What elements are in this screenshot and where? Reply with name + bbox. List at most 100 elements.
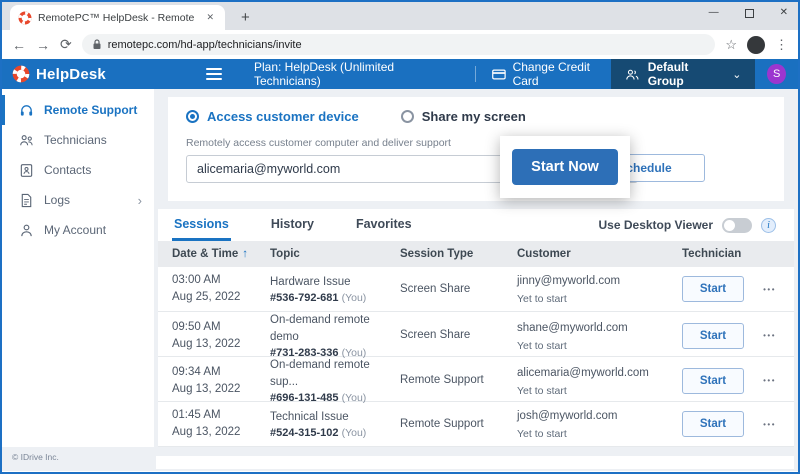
start-session-button[interactable]: Start	[682, 411, 744, 437]
invite-panel: Access customer device Share my screen R…	[168, 97, 784, 201]
sidebar-item-my-account[interactable]: My Account	[2, 215, 154, 245]
browser-toolbar: ← → ⟳ remotepc.com/hd-app/technicians/in…	[2, 30, 798, 59]
app-header: HelpDesk Plan: HelpDesk (Unlimited Techn…	[2, 59, 798, 89]
more-options-icon[interactable]: •••	[763, 420, 776, 429]
bookmark-star-icon[interactable]: ☆	[725, 37, 737, 53]
session-date: Aug 13, 2022	[172, 336, 270, 353]
reload-icon[interactable]: ⟳	[60, 36, 72, 53]
customer-email: josh@myworld.com	[517, 408, 682, 425]
sidebar-item-remote-support[interactable]: Remote Support	[2, 95, 154, 125]
column-header-technician[interactable]: Technician	[682, 248, 794, 260]
session-owner: (You)	[342, 292, 367, 304]
chevron-right-icon: ›	[138, 193, 142, 208]
start-now-button[interactable]: Start Now	[512, 149, 618, 185]
change-credit-card-button[interactable]: Change Credit Card	[492, 60, 611, 88]
customer-email: shane@myworld.com	[517, 320, 682, 337]
logs-icon	[19, 193, 34, 208]
hamburger-menu-icon[interactable]	[206, 68, 222, 80]
close-window-button[interactable]: ✕	[780, 8, 788, 18]
group-icon	[625, 68, 640, 81]
address-bar[interactable]: remotepc.com/hd-app/technicians/invite	[82, 34, 716, 55]
footer-strip	[156, 456, 794, 469]
technicians-icon	[19, 133, 34, 148]
more-options-icon[interactable]: •••	[763, 331, 776, 340]
browser-tabstrip: RemotePC™ HelpDesk - Remote ✕ + — ✕	[2, 2, 798, 30]
radio-access-customer-device[interactable]: Access customer device	[186, 109, 359, 124]
minimize-button[interactable]: —	[709, 8, 719, 18]
session-status: Yet to start	[517, 293, 682, 305]
info-icon[interactable]: i	[761, 218, 776, 233]
table-row: 09:34 AMAug 13, 2022 On-demand remote su…	[158, 357, 794, 402]
forward-icon[interactable]: →	[36, 37, 50, 53]
maximize-button[interactable]	[745, 9, 754, 18]
session-status: Yet to start	[517, 428, 682, 440]
radio-share-my-screen[interactable]: Share my screen	[401, 109, 526, 124]
contacts-icon	[19, 163, 34, 178]
sidebar-item-label: Contacts	[44, 163, 91, 177]
table-header: Date & Time↑ Topic Session Type Customer…	[158, 241, 794, 267]
desktop-viewer-label: Use Desktop Viewer	[599, 218, 714, 232]
new-tab-button[interactable]: +	[235, 9, 256, 26]
desktop-viewer-toggle[interactable]	[722, 218, 752, 233]
column-header-customer[interactable]: Customer	[517, 248, 682, 260]
radio-selected-icon	[186, 110, 199, 123]
start-session-button[interactable]: Start	[682, 323, 744, 349]
header-divider	[475, 66, 476, 82]
start-session-button[interactable]: Start	[682, 276, 744, 302]
session-time: 09:34 AM	[172, 364, 270, 381]
session-topic: Hardware Issue	[270, 274, 400, 291]
session-owner: (You)	[342, 427, 367, 439]
column-header-date[interactable]: Date & Time↑	[172, 248, 270, 260]
radio-unselected-icon	[401, 110, 414, 123]
tab-favorites[interactable]: Favorites	[354, 209, 414, 241]
session-type: Remote Support	[400, 372, 517, 389]
user-avatar[interactable]: S	[767, 64, 786, 84]
start-session-button[interactable]: Start	[682, 368, 744, 394]
customer-email: alicemaria@myworld.com	[517, 365, 682, 382]
browser-menu-icon[interactable]: ⋮	[775, 37, 788, 53]
session-owner: (You)	[342, 392, 367, 404]
credit-card-icon	[492, 69, 506, 80]
session-topic: On-demand remote demo	[270, 312, 400, 345]
invite-helper-text: Remotely access customer computer and de…	[186, 137, 766, 149]
brand-name: HelpDesk	[36, 66, 106, 83]
session-topic: On-demand remote sup...	[270, 357, 400, 390]
url-text: remotepc.com/hd-app/technicians/invite	[108, 39, 302, 51]
session-date: Aug 25, 2022	[172, 289, 270, 306]
group-label: Default Group	[648, 60, 721, 88]
session-time: 09:50 AM	[172, 319, 270, 336]
start-now-popup: Start Now	[500, 136, 630, 198]
browser-window: RemotePC™ HelpDesk - Remote ✕ + — ✕ ← → …	[0, 0, 800, 474]
more-options-icon[interactable]: •••	[763, 285, 776, 294]
sessions-panel: Sessions History Favorites Use Desktop V…	[158, 209, 794, 447]
tab-sessions[interactable]: Sessions	[172, 209, 231, 241]
back-icon[interactable]: ←	[12, 37, 26, 53]
chevron-down-icon: ⌄	[732, 68, 741, 81]
browser-tab[interactable]: RemotePC™ HelpDesk - Remote ✕	[10, 5, 225, 30]
sidebar-item-label: Technicians	[44, 133, 107, 147]
column-header-session-type[interactable]: Session Type	[400, 248, 517, 260]
more-options-icon[interactable]: •••	[763, 376, 776, 385]
sidebar-item-label: My Account	[44, 223, 106, 237]
browser-profile-avatar[interactable]	[747, 36, 765, 54]
app-logo[interactable]: HelpDesk	[2, 65, 154, 83]
column-header-topic[interactable]: Topic	[270, 248, 400, 260]
site-favicon-icon	[18, 11, 32, 25]
tab-history[interactable]: History	[269, 209, 316, 241]
session-topic: Technical Issue	[270, 409, 400, 426]
sidebar-item-label: Remote Support	[44, 103, 137, 117]
table-row: 01:45 AMAug 13, 2022 Technical Issue#524…	[158, 402, 794, 447]
session-type: Screen Share	[400, 327, 517, 344]
session-time: 03:00 AM	[172, 272, 270, 289]
session-date: Aug 13, 2022	[172, 424, 270, 441]
tab-title: RemotePC™ HelpDesk - Remote	[38, 12, 197, 24]
sidebar-item-logs[interactable]: Logs ›	[2, 185, 154, 215]
lifebuoy-logo-icon	[12, 65, 30, 83]
session-time: 01:45 AM	[172, 407, 270, 424]
sidebar-item-contacts[interactable]: Contacts	[2, 155, 154, 185]
group-selector[interactable]: Default Group ⌄	[611, 59, 755, 89]
tab-close-icon[interactable]: ✕	[203, 10, 217, 25]
session-status: Yet to start	[517, 385, 682, 397]
sidebar-item-technicians[interactable]: Technicians	[2, 125, 154, 155]
customer-email: jinny@myworld.com	[517, 273, 682, 290]
